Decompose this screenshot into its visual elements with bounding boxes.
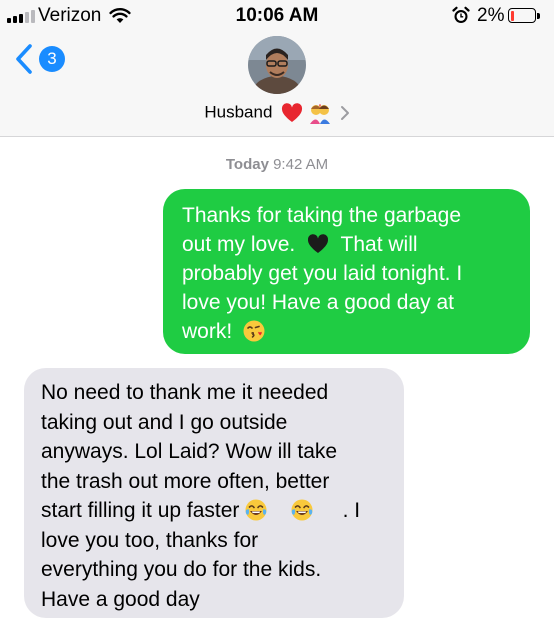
tears-of-joy-emoji: [245, 499, 267, 521]
received-line: taking out and I go outside: [41, 410, 288, 434]
black-heart-emoji: [308, 234, 329, 253]
battery-percent: 2%: [477, 5, 505, 26]
sent-line: probably get you laid tonight. I: [182, 262, 463, 285]
back-button[interactable]: 3: [14, 42, 74, 76]
received-message-bubble[interactable]: No need to thank me it needed taking out…: [24, 368, 404, 618]
timestamp-time: 9:42 AM: [273, 156, 329, 173]
kiss-emoji: [243, 320, 265, 342]
alarm-icon: [452, 6, 470, 23]
couple-icon: [309, 103, 330, 124]
navigation-header: Verizon 10:06 AM 2% 3 Husband: [0, 0, 554, 137]
received-line: anyways. Lol Laid? Wow ill take: [41, 440, 338, 463]
sent-line: love you! Have a good day at: [182, 291, 455, 314]
battery-cap: [537, 13, 540, 19]
received-line: No need to thank me it needed: [41, 381, 329, 404]
received-line: love you too, thanks for: [41, 528, 259, 552]
tears-of-joy-emoji: [291, 499, 313, 521]
contact-info-button[interactable]: Husband: [0, 101, 554, 124]
received-line: everything you do for the kids.: [41, 558, 322, 581]
sent-line: work!: [182, 317, 516, 346]
sent-line: out my love. That will: [182, 230, 516, 259]
chevron-left-icon: [16, 44, 32, 74]
status-time: 10:06 AM: [235, 5, 319, 26]
received-line-part: . I: [342, 499, 361, 522]
message-timestamp: Today 9:42 AM: [0, 156, 554, 174]
heart-icon: [282, 102, 303, 122]
received-line: the trash out more often, better: [41, 469, 330, 493]
sent-line: Thanks for taking the garbage: [182, 204, 462, 227]
sent-message-bubble[interactable]: Thanks for taking the garbage out my lov…: [163, 189, 530, 354]
sent-line-part: out my love.: [182, 233, 296, 256]
chevron-right-icon: [340, 105, 349, 120]
sent-line-part: That will: [340, 233, 418, 256]
contact-avatar[interactable]: [248, 36, 306, 94]
timestamp-day: Today: [225, 156, 269, 173]
received-line: Have a good day: [41, 587, 200, 611]
battery-icon: [508, 8, 536, 23]
unread-count-badge: 3: [39, 46, 65, 72]
sent-line-part: work!: [182, 320, 233, 343]
contact-name: Husband: [204, 102, 273, 122]
received-line-part: start filling it up faster: [41, 499, 240, 522]
battery-level-fill: [510, 10, 514, 21]
status-bar: Verizon 10:06 AM 2%: [0, 0, 554, 32]
received-line: start filling it up faster . I: [41, 496, 392, 526]
